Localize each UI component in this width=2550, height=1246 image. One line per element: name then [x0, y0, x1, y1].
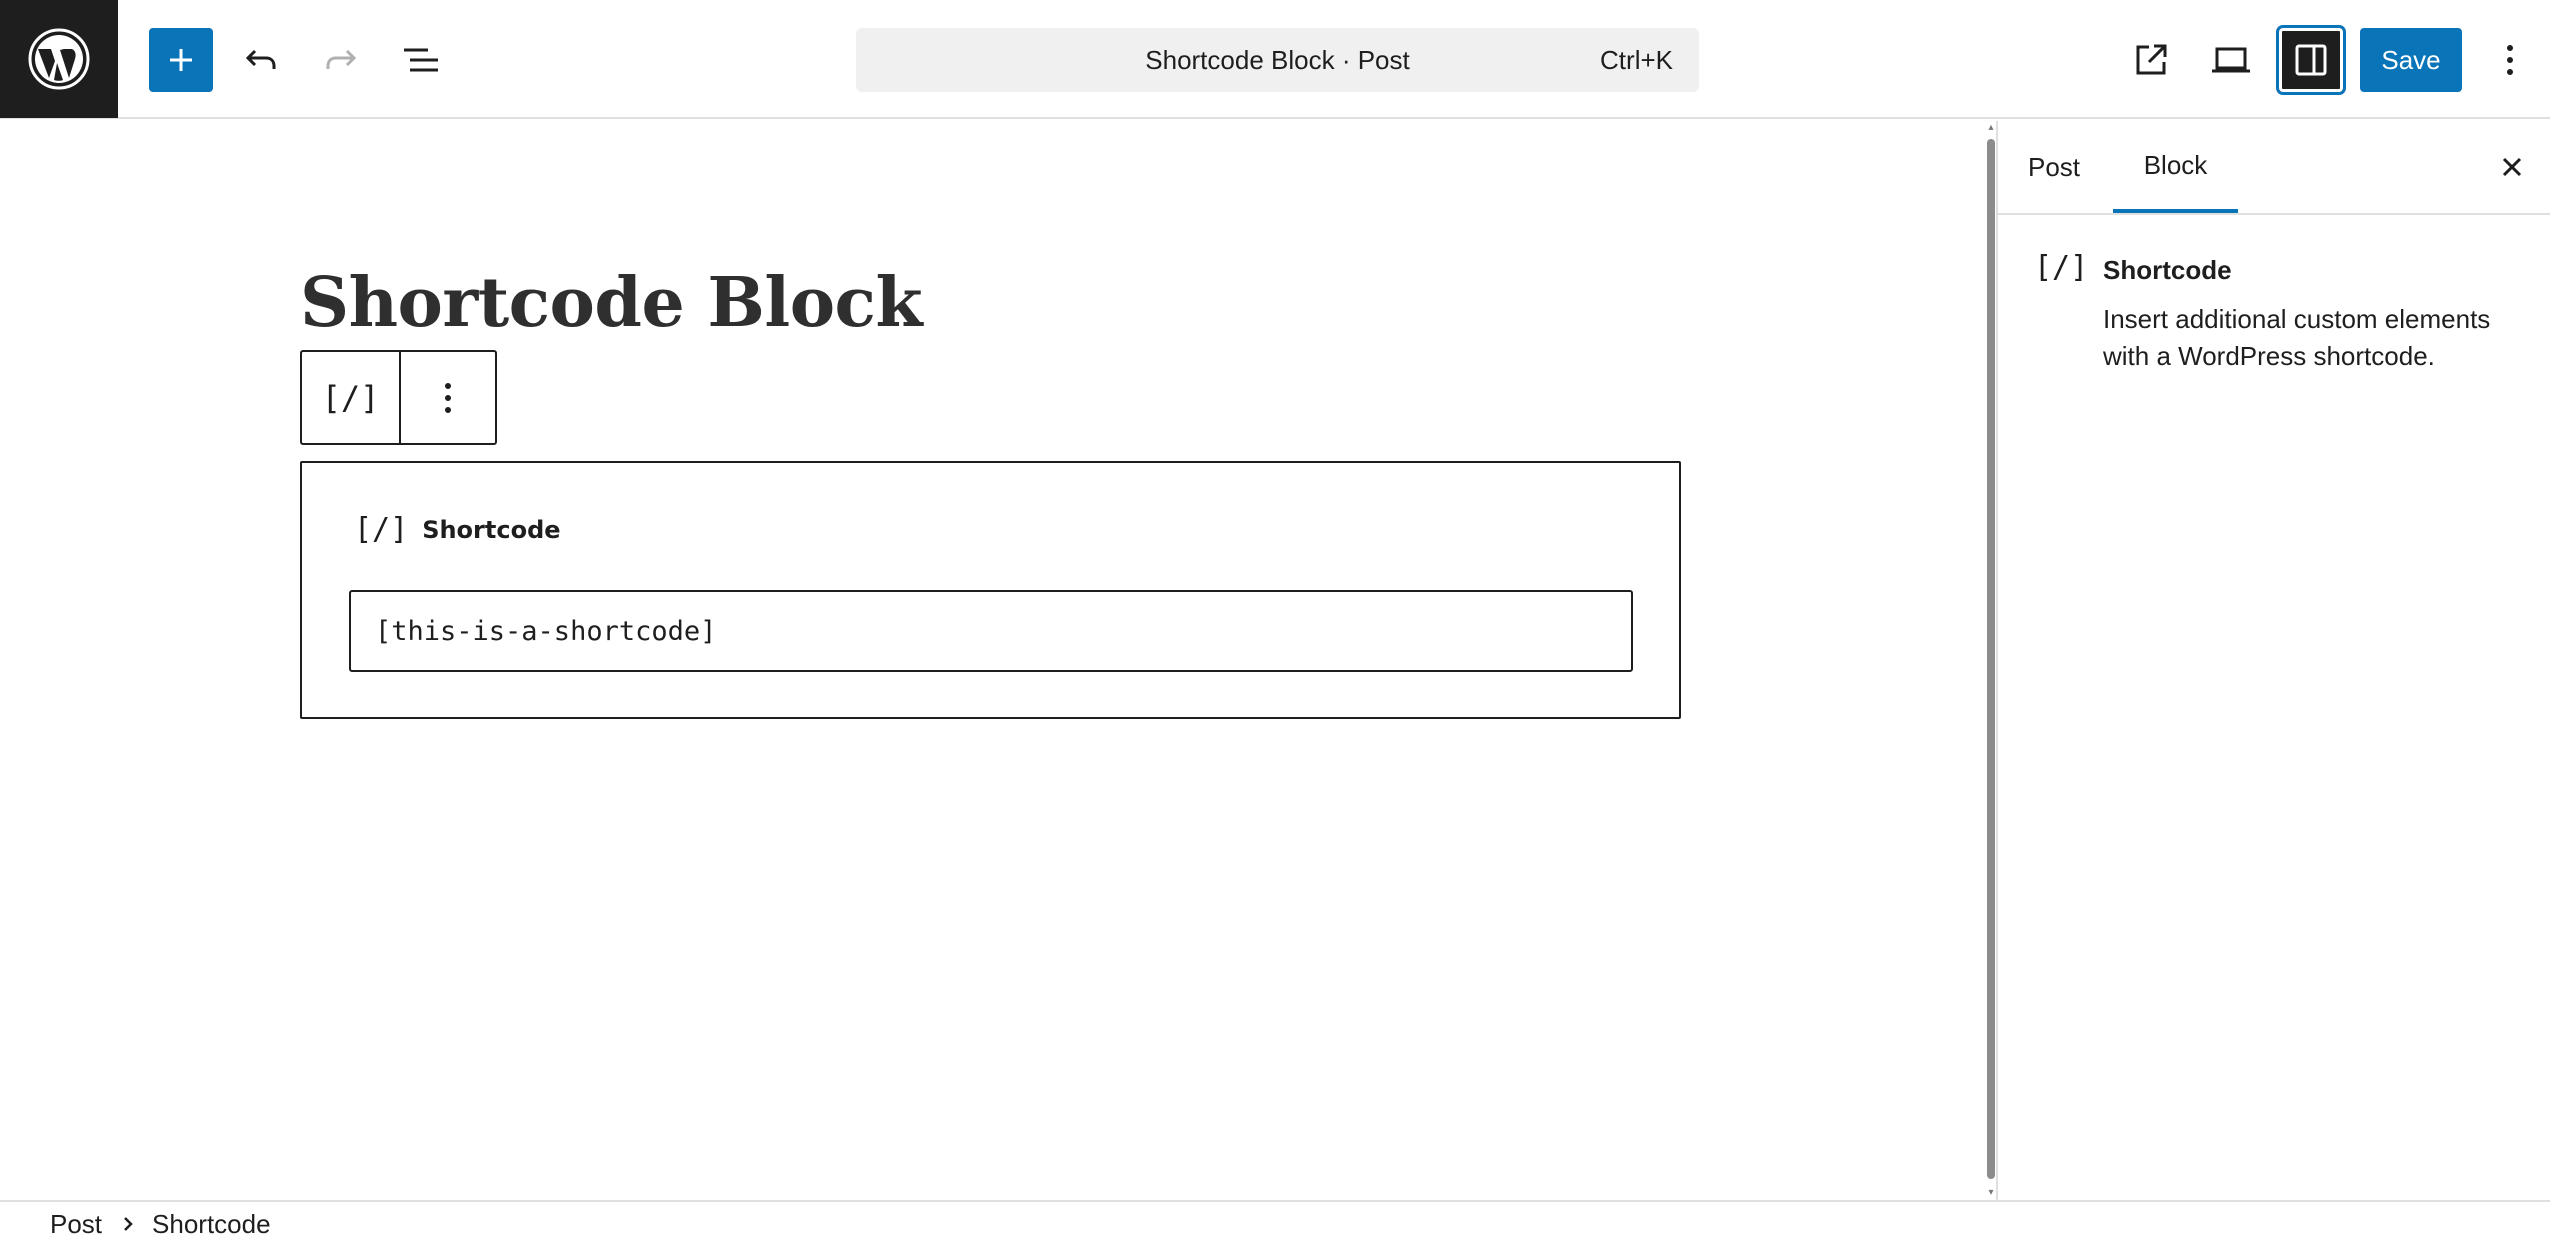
chevron-right-icon: [122, 1215, 134, 1233]
list-view-icon: [402, 45, 440, 75]
shortcode-block[interactable]: [/] Shortcode: [300, 461, 1681, 719]
undo-icon: [243, 42, 279, 78]
redo-icon: [323, 42, 359, 78]
view-post-button[interactable]: [2119, 28, 2183, 92]
breadcrumb-post[interactable]: Post: [50, 1209, 102, 1240]
wordpress-logo-button[interactable]: [0, 0, 118, 118]
shortcode-icon: [/]: [321, 378, 380, 417]
block-card-title: Shortcode: [2103, 255, 2232, 285]
undo-button[interactable]: [229, 28, 293, 92]
document-overview-button[interactable]: [389, 28, 453, 92]
editor-header: Shortcode Block · Post Ctrl+K Save: [0, 0, 2550, 119]
close-icon: [2500, 155, 2524, 179]
close-sidebar-button[interactable]: [2480, 135, 2544, 199]
save-button[interactable]: Save: [2360, 28, 2462, 92]
block-card-description: Insert additional custom elements with a…: [2103, 304, 2491, 371]
document-title: Shortcode Block · Post: [1145, 44, 1410, 75]
settings-sidebar: Post Block [/] Shortcode Insert addition…: [1996, 121, 2550, 1200]
editor-canvas[interactable]: Shortcode Block [/] [/] Shortcode: [0, 121, 1986, 1200]
block-inserter-button[interactable]: [149, 28, 213, 92]
post-title[interactable]: Shortcode Block: [300, 263, 923, 343]
shortcode-block-label: [/] Shortcode: [354, 515, 561, 545]
sidebar-tabs: Post Block: [1998, 121, 2550, 215]
vertical-ellipsis-icon: [2505, 43, 2515, 77]
external-link-icon: [2133, 42, 2169, 78]
breadcrumb-shortcode[interactable]: Shortcode: [152, 1209, 271, 1240]
redo-button[interactable]: [309, 28, 373, 92]
sidebar-toggle-icon: [2294, 43, 2328, 77]
shortcode-label: Shortcode: [422, 516, 561, 544]
block-breadcrumb: Post Shortcode: [0, 1200, 2550, 1246]
shortcode-icon: [/]: [354, 512, 409, 547]
preview-button[interactable]: [2199, 28, 2263, 92]
block-card-icon: [/]: [2034, 253, 2088, 283]
shortcode-input[interactable]: [349, 590, 1633, 672]
tab-post[interactable]: Post: [1998, 121, 2110, 213]
command-palette-bar[interactable]: Shortcode Block · Post Ctrl+K: [856, 28, 1699, 92]
tab-block[interactable]: Block: [2113, 121, 2238, 213]
scroll-up-arrow-icon[interactable]: ▴: [1986, 123, 1996, 133]
block-options-button[interactable]: [401, 352, 495, 443]
shortcode-icon: [/]: [2034, 250, 2089, 285]
block-toolbar: [/]: [300, 350, 497, 445]
vertical-ellipsis-icon: [443, 381, 453, 415]
plus-icon: [166, 45, 196, 75]
settings-toggle-button[interactable]: [2279, 28, 2343, 92]
laptop-icon: [2211, 45, 2251, 75]
wordpress-logo-icon: [27, 27, 91, 91]
options-button[interactable]: [2478, 28, 2542, 92]
canvas-scrollbar[interactable]: ▴ ▾: [1986, 121, 1996, 1200]
block-type-button[interactable]: [/]: [302, 352, 401, 443]
scroll-down-arrow-icon[interactable]: ▾: [1986, 1188, 1996, 1198]
scrollbar-thumb[interactable]: [1987, 139, 1995, 1179]
command-shortcut-hint: Ctrl+K: [1600, 44, 1673, 75]
